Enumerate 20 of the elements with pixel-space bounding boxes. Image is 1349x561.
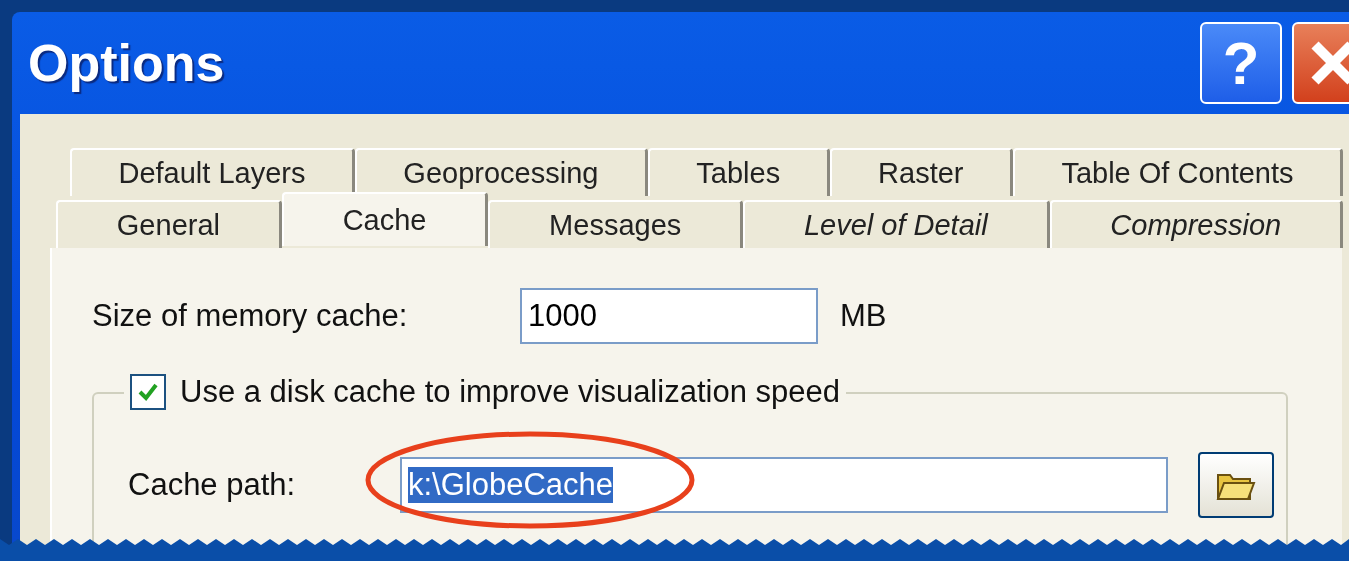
browse-button[interactable]	[1198, 452, 1274, 518]
tab[interactable]: Geoprocessing	[354, 148, 648, 196]
tab[interactable]: Tables	[647, 148, 830, 196]
tab[interactable]: Compression	[1049, 200, 1343, 248]
disk-cache-checkbox[interactable]	[130, 374, 166, 410]
tab[interactable]: Cache	[281, 192, 489, 246]
cache-path-field[interactable]: k:\GlobeCache	[400, 457, 1168, 513]
disk-cache-label: Use a disk cache to improve visualization speed	[180, 374, 840, 410]
memory-cache-label: Size of memory cache:	[92, 298, 409, 334]
help-button[interactable]: ?	[1200, 22, 1282, 104]
unit-label: MB	[840, 298, 887, 334]
tab[interactable]: Default Layers	[70, 148, 355, 196]
tab[interactable]: General	[56, 200, 282, 248]
window-title: Options	[28, 33, 226, 93]
memory-cache-field[interactable]: 1000	[520, 288, 818, 344]
tab[interactable]: Level of Detail	[743, 200, 1050, 248]
tab[interactable]: Table Of Contents	[1012, 148, 1343, 196]
tab[interactable]: Messages	[488, 200, 744, 248]
cache-path-label: Cache path:	[128, 467, 297, 503]
tab[interactable]: Raster	[829, 148, 1013, 196]
